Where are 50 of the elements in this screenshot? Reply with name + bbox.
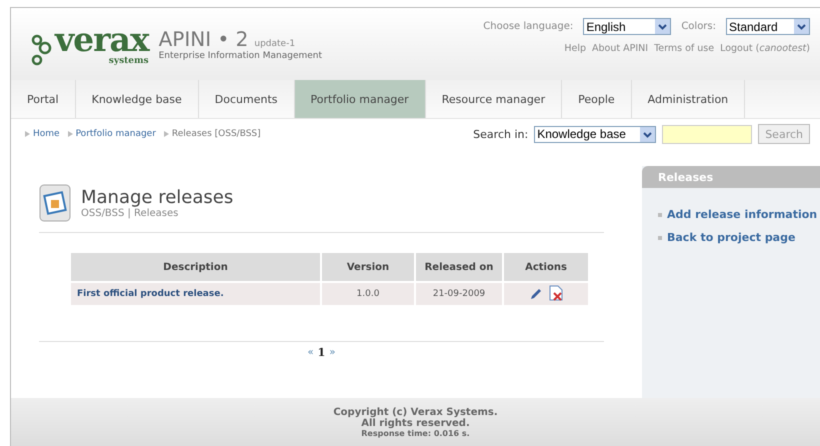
column-header: Version — [322, 253, 414, 281]
nav-tab[interactable]: People — [562, 80, 632, 118]
nav-tab[interactable]: Portal — [11, 80, 76, 118]
logo-tagline: systems — [108, 56, 149, 66]
version-cell: 1.0.0 — [322, 283, 414, 305]
sidebar-link[interactable]: Back to project page — [667, 231, 796, 244]
preference-select[interactable]: English — [583, 18, 672, 35]
rights-text: All rights reserved. — [361, 418, 470, 428]
triangle-icon — [164, 131, 169, 137]
nav-tab[interactable]: Administration — [632, 80, 746, 118]
triangle-icon — [25, 131, 30, 137]
header-link[interactable]: About APINI — [592, 43, 648, 54]
nav-tab[interactable]: Portfolio manager — [294, 80, 426, 118]
preference-label: Colors: — [681, 21, 716, 32]
header-link[interactable]: Help — [564, 43, 586, 54]
edit-icon[interactable] — [529, 286, 543, 300]
bullet-icon — [658, 236, 662, 240]
preference-select[interactable]: Standard — [726, 18, 810, 35]
calendar-icon — [39, 184, 71, 222]
header-link[interactable]: Terms of use — [654, 43, 714, 54]
search-label: Search in: — [473, 128, 528, 140]
header-link[interactable]: Logout (canootest) — [720, 43, 810, 54]
product-name: APINI • 2 — [158, 27, 248, 51]
date-cell: 21-09-2009 — [416, 283, 502, 305]
triangle-icon — [68, 131, 73, 137]
page-title: Manage releases — [81, 187, 234, 208]
delete-icon[interactable] — [549, 284, 563, 300]
column-header: Description — [71, 253, 320, 281]
preference-label: Choose language: — [483, 21, 574, 32]
search-scope-select[interactable]: Knowledge base — [534, 126, 656, 142]
copyright-text: Copyright (c) Verax Systems. — [333, 406, 498, 418]
release-link[interactable]: First official product release. — [77, 289, 224, 299]
page-number: 1 — [318, 346, 326, 359]
sidebar-title: Releases — [642, 166, 820, 188]
breadcrumb-current: Releases [OSS/BSS] — [172, 129, 261, 139]
sidebar-link[interactable]: Add release information — [667, 208, 818, 221]
search-field[interactable] — [662, 124, 752, 144]
page-subtitle: OSS/BSS | Releases — [81, 208, 180, 219]
nav-tab[interactable]: Knowledge base — [76, 80, 199, 118]
bullet-icon — [658, 212, 662, 216]
breadcrumb-link[interactable]: Home — [33, 129, 60, 139]
column-header: Released on — [416, 253, 502, 281]
next-page-link[interactable]: » — [329, 347, 336, 358]
product-subtitle: Enterprise Information Management — [158, 51, 322, 61]
breadcrumb-link[interactable]: Portfolio manager — [76, 129, 156, 139]
response-time: Response time: 0.016 s. — [361, 428, 470, 438]
column-header: Actions — [504, 253, 588, 281]
nav-tab[interactable]: Resource manager — [426, 80, 562, 118]
previous-page-link[interactable]: « — [308, 347, 314, 358]
product-edition: update-1 — [254, 39, 296, 49]
